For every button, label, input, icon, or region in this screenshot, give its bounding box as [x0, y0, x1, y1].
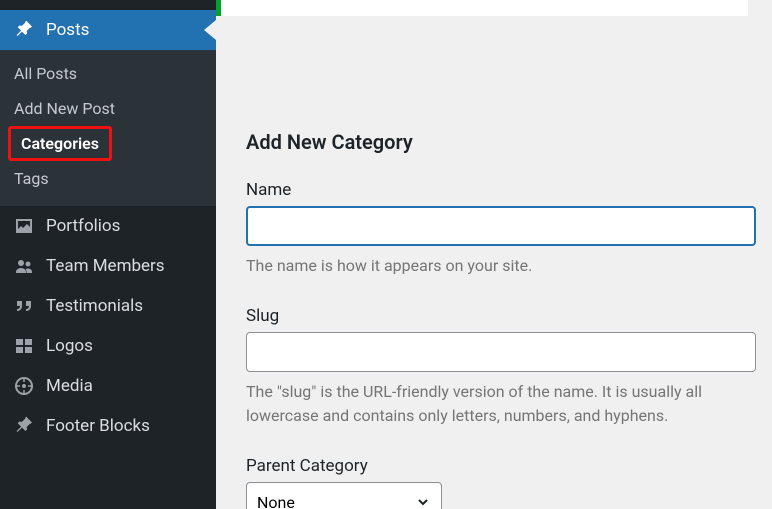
sidebar-label: Portfolios [46, 216, 120, 236]
grid-icon [12, 336, 36, 356]
pin-icon [12, 20, 36, 40]
sidebar-gap [0, 0, 216, 10]
sidebar-label: Team Members [46, 256, 165, 276]
slug-input[interactable] [246, 332, 756, 372]
field-name: Name The name is how it appears on your … [246, 180, 752, 278]
submenu-posts: All Posts Add New Post Categories Tags [0, 50, 216, 206]
submenu-add-new-post[interactable]: Add New Post [0, 91, 216, 126]
notice-bar [216, 0, 748, 16]
sidebar-item-posts[interactable]: Posts [0, 10, 216, 50]
users-icon [12, 256, 36, 276]
sidebar-item-team-members[interactable]: Team Members [0, 246, 216, 286]
name-help: The name is how it appears on your site. [246, 254, 752, 278]
sidebar-label: Testimonials [46, 296, 143, 316]
sidebar-label: Media [46, 376, 93, 396]
pin-icon [12, 416, 36, 436]
sidebar-label: Posts [46, 20, 89, 40]
main-content: Add New Category Name The name is how it… [216, 0, 772, 509]
field-parent: Parent Category None [246, 456, 752, 509]
submenu-tags[interactable]: Tags [0, 161, 216, 196]
submenu-categories[interactable]: Categories [8, 126, 112, 161]
parent-selected: None [257, 493, 295, 509]
parent-select[interactable]: None [246, 482, 442, 509]
slug-help: The "slug" is the URL-friendly version o… [246, 380, 752, 428]
sidebar-item-media[interactable]: Media [0, 366, 216, 406]
media-icon [12, 376, 36, 396]
add-category-form: Add New Category Name The name is how it… [246, 130, 752, 509]
admin-sidebar: Posts All Posts Add New Post Categories … [0, 0, 216, 509]
page-title: Add New Category [246, 130, 752, 154]
name-input[interactable] [246, 206, 756, 246]
sidebar-item-portfolios[interactable]: Portfolios [0, 206, 216, 246]
quote-icon [12, 296, 36, 316]
parent-label: Parent Category [246, 456, 752, 476]
sidebar-label: Logos [46, 336, 93, 356]
sidebar-item-logos[interactable]: Logos [0, 326, 216, 366]
name-label: Name [246, 180, 752, 200]
submenu-all-posts[interactable]: All Posts [0, 56, 216, 91]
sidebar-item-footer-blocks[interactable]: Footer Blocks [0, 406, 216, 446]
chevron-down-icon [415, 494, 431, 509]
sidebar-label: Footer Blocks [46, 416, 150, 436]
field-slug: Slug The "slug" is the URL-friendly vers… [246, 306, 752, 428]
sidebar-item-testimonials[interactable]: Testimonials [0, 286, 216, 326]
slug-label: Slug [246, 306, 752, 326]
image-icon [12, 216, 36, 236]
